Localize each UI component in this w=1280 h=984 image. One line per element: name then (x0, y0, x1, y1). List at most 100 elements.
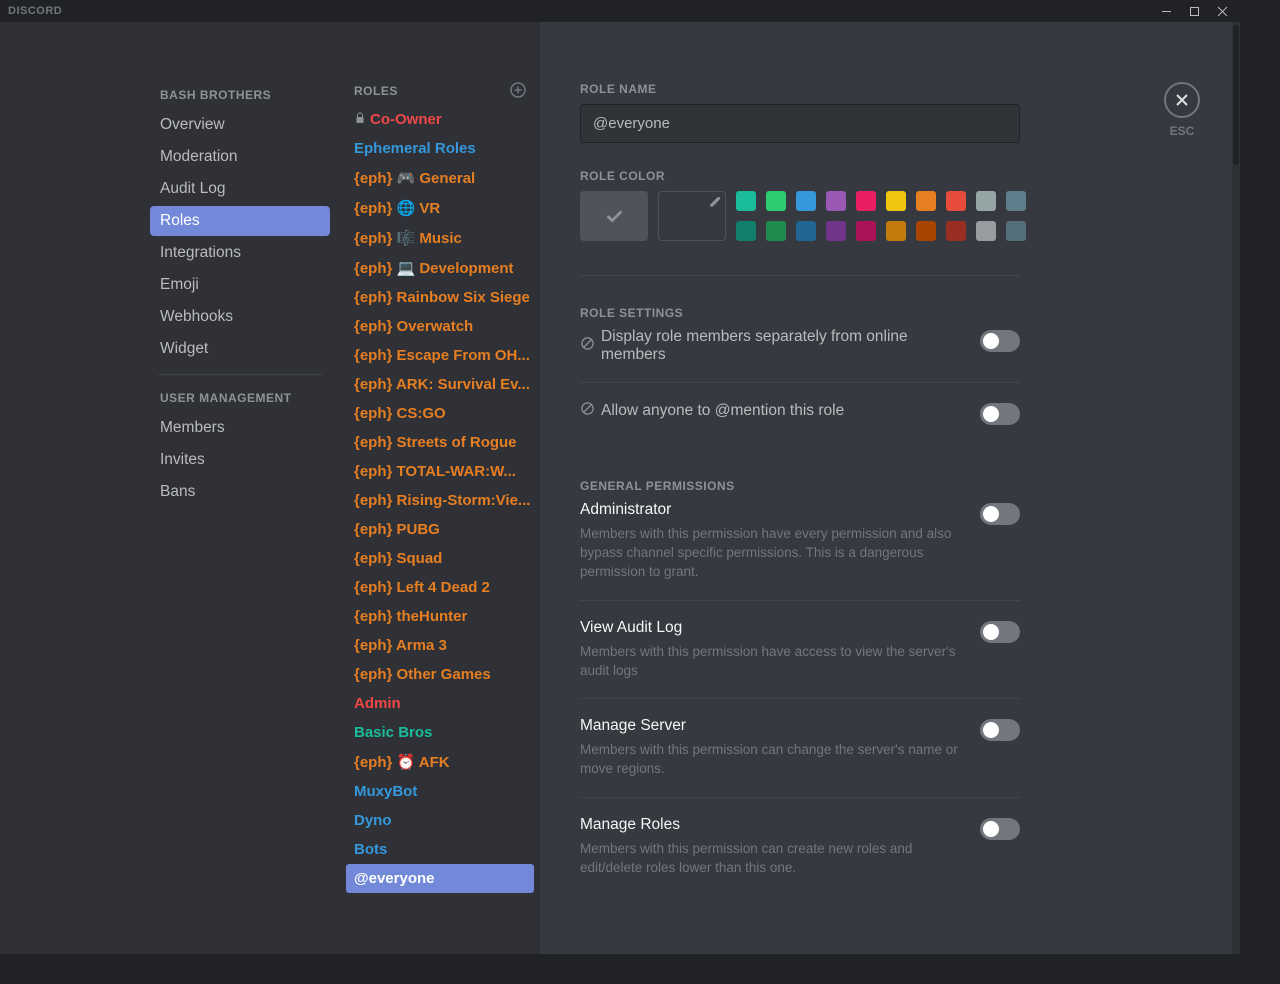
color-swatch[interactable] (796, 191, 816, 211)
role-item[interactable]: {eph} 🎮 General (346, 163, 534, 193)
role-label: {eph} Other Games (354, 666, 491, 683)
role-item[interactable]: {eph} TOTAL-WAR:W... (346, 457, 534, 486)
role-item[interactable]: Co-Owner (346, 105, 534, 134)
role-label: {eph} PUBG (354, 521, 440, 538)
role-item[interactable]: {eph} PUBG (346, 515, 534, 544)
nav-item-emoji[interactable]: Emoji (150, 270, 330, 300)
nav-item-widget[interactable]: Widget (150, 334, 330, 364)
role-item[interactable]: {eph} ARK: Survival Ev... (346, 370, 534, 399)
color-swatch[interactable] (796, 221, 816, 241)
role-item[interactable]: Ephemeral Roles (346, 134, 534, 163)
permission-description: Members with this permission can change … (580, 741, 960, 779)
add-role-button[interactable] (510, 82, 526, 99)
color-swatch[interactable] (856, 221, 876, 241)
user-management-header: USER MANAGEMENT (150, 385, 330, 411)
color-swatch[interactable] (976, 191, 996, 211)
color-default-button[interactable] (580, 191, 648, 241)
nav-item-webhooks[interactable]: Webhooks (150, 302, 330, 332)
role-item[interactable]: {eph} Left 4 Dead 2 (346, 573, 534, 602)
role-item[interactable]: {eph} 🎼 Music (346, 223, 534, 253)
color-swatch[interactable] (766, 221, 786, 241)
role-label: {eph} 💻 Development (354, 259, 514, 277)
role-label: {eph} Overwatch (354, 318, 473, 335)
scrollbar[interactable] (1232, 22, 1240, 954)
role-item[interactable]: {eph} Overwatch (346, 312, 534, 341)
toggle-switch[interactable] (980, 621, 1020, 643)
role-label: {eph} CS:GO (354, 405, 446, 422)
window-maximize-button[interactable] (1180, 0, 1208, 22)
role-label: {eph} theHunter (354, 608, 467, 625)
role-item[interactable]: {eph} 🌐 VR (346, 193, 534, 223)
close-settings-button[interactable] (1164, 82, 1200, 118)
role-label: {eph} Escape From OH... (354, 347, 530, 364)
nav-item-moderation[interactable]: Moderation (150, 142, 330, 172)
nav-item-bans[interactable]: Bans (150, 477, 330, 507)
color-swatch[interactable] (976, 221, 996, 241)
color-swatch[interactable] (1006, 191, 1026, 211)
color-swatch[interactable] (856, 191, 876, 211)
role-label: {eph} Streets of Rogue (354, 434, 517, 451)
color-swatch[interactable] (916, 191, 936, 211)
color-swatch[interactable] (736, 191, 756, 211)
role-item[interactable]: Admin (346, 689, 534, 718)
setting-title: Allow anyone to @mention this role (601, 402, 844, 420)
role-label: Bots (354, 841, 387, 858)
role-item[interactable]: {eph} Rising-Storm:Vie... (346, 486, 534, 515)
color-swatch[interactable] (886, 191, 906, 211)
nav-item-overview[interactable]: Overview (150, 110, 330, 140)
role-item[interactable]: {eph} Squad (346, 544, 534, 573)
permission-row: View Audit LogMembers with this permissi… (580, 601, 1020, 700)
color-swatch[interactable] (766, 191, 786, 211)
nav-item-members[interactable]: Members (150, 413, 330, 443)
role-label: {eph} 🎮 General (354, 169, 475, 187)
role-item[interactable]: MuxyBot (346, 777, 534, 806)
role-item[interactable]: Bots (346, 835, 534, 864)
roles-header-label: ROLES (354, 84, 398, 98)
setting-title: Display role members separately from onl… (601, 328, 960, 364)
permission-description: Members with this permission have every … (580, 525, 960, 582)
role-item[interactable]: {eph} Other Games (346, 660, 534, 689)
permission-row: Manage RolesMembers with this permission… (580, 798, 1020, 896)
nav-item-roles[interactable]: Roles (150, 206, 330, 236)
role-item[interactable]: {eph} CS:GO (346, 399, 534, 428)
permission-title: Manage Server (580, 717, 960, 735)
color-swatch[interactable] (736, 221, 756, 241)
color-swatch[interactable] (946, 221, 966, 241)
role-item[interactable]: {eph} Streets of Rogue (346, 428, 534, 457)
role-item[interactable]: {eph} Escape From OH... (346, 341, 534, 370)
role-item[interactable]: {eph} 💻 Development (346, 253, 534, 283)
color-swatch[interactable] (916, 221, 936, 241)
toggle-switch[interactable] (980, 403, 1020, 425)
nav-item-integrations[interactable]: Integrations (150, 238, 330, 268)
window-minimize-button[interactable] (1152, 0, 1180, 22)
nav-item-invites[interactable]: Invites (150, 445, 330, 475)
color-swatch[interactable] (1006, 221, 1026, 241)
scrollbar-thumb[interactable] (1233, 25, 1239, 165)
window-close-button[interactable] (1208, 0, 1236, 22)
role-label: {eph} Squad (354, 550, 442, 567)
toggle-switch[interactable] (980, 719, 1020, 741)
role-item[interactable]: Dyno (346, 806, 534, 835)
role-item[interactable]: {eph} Arma 3 (346, 631, 534, 660)
color-custom-button[interactable] (658, 191, 726, 241)
color-swatch[interactable] (826, 221, 846, 241)
role-label: {eph} 🌐 VR (354, 199, 440, 217)
color-swatch[interactable] (946, 191, 966, 211)
guild-sidebar-gutter (0, 22, 140, 954)
role-item[interactable]: {eph} ⏰ AFK (346, 747, 534, 777)
role-label: {eph} Left 4 Dead 2 (354, 579, 490, 596)
role-label: Co-Owner (370, 111, 442, 128)
color-swatch[interactable] (886, 221, 906, 241)
toggle-switch[interactable] (980, 818, 1020, 840)
role-item[interactable]: Basic Bros (346, 718, 534, 747)
permission-description: Members with this permission can create … (580, 840, 960, 878)
role-name-input[interactable] (580, 104, 1020, 143)
toggle-switch[interactable] (980, 503, 1020, 525)
role-item[interactable]: @everyone (346, 864, 534, 893)
toggle-switch[interactable] (980, 330, 1020, 352)
role-item[interactable]: {eph} theHunter (346, 602, 534, 631)
nav-item-audit-log[interactable]: Audit Log (150, 174, 330, 204)
role-label: Admin (354, 695, 401, 712)
role-item[interactable]: {eph} Rainbow Six Siege (346, 283, 534, 312)
color-swatch[interactable] (826, 191, 846, 211)
